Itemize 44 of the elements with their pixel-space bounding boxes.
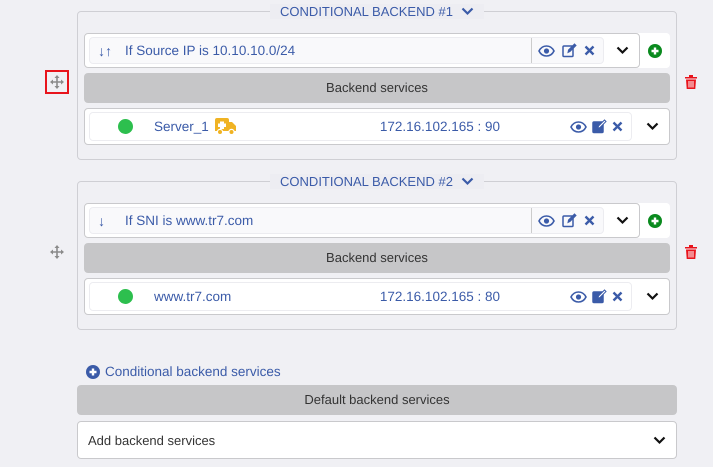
panel-title: CONDITIONAL BACKEND #1 bbox=[280, 4, 453, 19]
server-row[interactable]: Server_1 172.16.102.165 : 90 bbox=[89, 112, 632, 141]
edit-icon[interactable] bbox=[562, 213, 577, 228]
delete-icon[interactable] bbox=[685, 245, 697, 259]
condition-field[interactable]: ↓ If SNI is www.tr7.com bbox=[89, 207, 604, 234]
add-icon[interactable] bbox=[648, 44, 662, 58]
section-header: Default backend services bbox=[77, 385, 677, 415]
add-icon[interactable] bbox=[648, 214, 662, 228]
server-address: 172.16.102.165 : 90 bbox=[380, 119, 500, 134]
panel-title: CONDITIONAL BACKEND #2 bbox=[280, 174, 453, 189]
move-icon[interactable] bbox=[50, 245, 64, 259]
server-name: Server_1 bbox=[154, 119, 209, 134]
chevron-down-icon[interactable] bbox=[646, 122, 659, 131]
section-header: Backend services bbox=[84, 73, 670, 103]
view-icon[interactable] bbox=[570, 120, 587, 132]
server-address: 172.16.102.165 : 80 bbox=[380, 289, 500, 304]
edit-icon[interactable] bbox=[562, 43, 577, 58]
add-conditional-link[interactable]: Conditional backend services bbox=[77, 364, 281, 379]
delete-icon[interactable] bbox=[685, 75, 697, 89]
close-icon[interactable] bbox=[584, 215, 595, 226]
view-icon[interactable] bbox=[538, 44, 555, 56]
chevron-down-icon[interactable] bbox=[616, 46, 629, 55]
view-icon[interactable] bbox=[538, 214, 555, 226]
close-icon[interactable] bbox=[612, 121, 623, 132]
close-icon[interactable] bbox=[612, 291, 623, 302]
backend-select[interactable]: Add backend services bbox=[77, 421, 677, 459]
add-circle-icon[interactable] bbox=[86, 364, 100, 378]
sort-arrow: ↓ bbox=[98, 212, 106, 228]
server-name: www.tr7.com bbox=[154, 289, 232, 304]
view-icon[interactable] bbox=[570, 290, 587, 302]
condition-text: If SNI is www.tr7.com bbox=[125, 213, 254, 228]
ambulance-icon bbox=[214, 118, 237, 135]
condition-field[interactable]: ↓↑ If Source IP is 10.10.10.0/24 bbox=[89, 37, 604, 64]
edit-icon[interactable] bbox=[592, 289, 607, 304]
condition-text: If Source IP is 10.10.10.0/24 bbox=[125, 43, 296, 58]
chevron-down-icon[interactable] bbox=[616, 216, 629, 225]
move-icon[interactable] bbox=[50, 75, 64, 89]
sort-arrow: ↓↑ bbox=[98, 42, 113, 58]
chevron-down-icon[interactable] bbox=[653, 436, 666, 444]
edit-icon[interactable] bbox=[592, 119, 607, 134]
section-header: Backend services bbox=[84, 243, 670, 273]
chevron-down-icon[interactable] bbox=[646, 292, 659, 301]
server-row[interactable]: www.tr7.com 172.16.102.165 : 80 bbox=[89, 282, 632, 311]
close-icon[interactable] bbox=[584, 45, 595, 56]
